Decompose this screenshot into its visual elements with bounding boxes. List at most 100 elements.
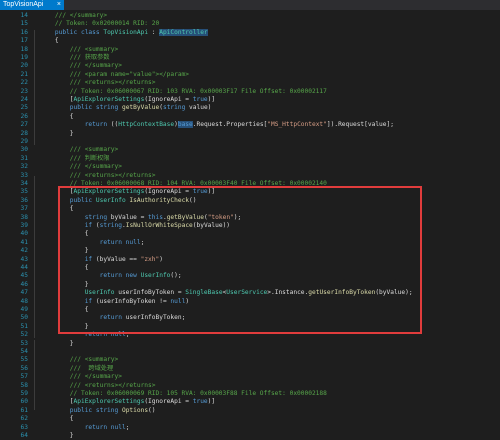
code-line[interactable]: 21 /// <param name="value"></param> (0, 71, 500, 79)
line-number: 46 (20, 280, 28, 288)
code-line[interactable]: 41 return null; (0, 239, 500, 247)
line-number: 16 (20, 28, 28, 36)
line-number: 43 (20, 255, 28, 263)
code-token: } (40, 247, 89, 255)
code-line[interactable]: 30 /// <summary> (0, 146, 500, 154)
code-line[interactable]: 19 /// 获取参数 (0, 54, 500, 62)
code-line[interactable]: 60 [ApiExplorerSettings(IgnoreApi = true… (0, 398, 500, 406)
code-line[interactable]: 23 // Token: 0x06000067 RID: 103 RVA: 0x… (0, 88, 500, 96)
line-number: 21 (20, 70, 28, 78)
code-line[interactable]: 22 /// <returns></returns> (0, 79, 500, 87)
code-line[interactable]: 27 return ((HttpContextBase)base.Request… (0, 121, 500, 129)
close-icon[interactable]: × (57, 0, 61, 10)
code-line[interactable]: 58 /// <returns></returns> (0, 382, 500, 390)
fold-guide (34, 176, 35, 338)
code-token: ApiExplorerSettings (73, 96, 145, 103)
code-line[interactable]: 18 /// <summary> (0, 46, 500, 54)
code-text: /// <returns></returns> (40, 172, 156, 180)
code-line[interactable]: 48 if (userInfoByToken != null) (0, 298, 500, 306)
code-token: return null (40, 331, 126, 339)
code-line[interactable]: 31 /// 判断权限 (0, 155, 500, 163)
vertical-scrollbar[interactable] (494, 10, 500, 415)
code-text: /// <param name="value"></param> (40, 71, 189, 79)
code-area[interactable]: 14 /// </summary> 15 // Token: 0x02000014… (0, 10, 500, 439)
code-line[interactable]: 42 } (0, 247, 500, 255)
code-line[interactable]: 39 if (string.IsNullOrWhiteSpace(byValue… (0, 222, 500, 230)
code-line[interactable]: 17 { (0, 37, 500, 45)
code-line[interactable]: 37 { (0, 205, 500, 213)
code-token: null (170, 297, 186, 305)
code-line[interactable]: 29 (0, 138, 500, 146)
code-token: IsAuthorityCheck (129, 196, 190, 204)
code-token: value) (185, 104, 212, 112)
code-line[interactable]: 45 return new UserInfo(); (0, 272, 500, 280)
code-line[interactable]: 38 string byValue = this.getByValue("tok… (0, 214, 500, 222)
line-number: 40 (20, 230, 28, 238)
line-number: 33 (20, 171, 28, 179)
code-text: if (userInfoByToken != null) (40, 298, 189, 306)
code-token: } (40, 129, 74, 137)
code-line[interactable]: 54 (0, 348, 500, 356)
code-line[interactable]: 43 if (byValue == "zxh") (0, 256, 500, 264)
line-number: 58 (20, 381, 28, 389)
code-line[interactable]: 52 return null; (0, 331, 500, 339)
code-line[interactable]: 47 UserInfo userInfoByToken = SingleBase… (0, 289, 500, 297)
code-line[interactable]: 61 public string Options() (0, 407, 500, 415)
code-line[interactable]: 20 /// </summary> (0, 62, 500, 70)
line-number: 34 (20, 180, 28, 187)
code-text: /// </summary> (40, 62, 122, 70)
code-token: /// <returns></returns> (40, 79, 156, 87)
code-token: /// <param name="value"></param> (40, 70, 190, 78)
code-line[interactable]: 55 /// <summary> (0, 356, 500, 364)
tab-topvisionapi[interactable]: TopVisionApi × (0, 0, 64, 10)
code-line[interactable]: 36 public UserInfo IsAuthorityCheck() (0, 197, 500, 205)
code-line[interactable]: 14 /// </summary> (0, 12, 500, 20)
code-line[interactable]: 26 { (0, 113, 500, 121)
line-number: 42 (20, 247, 28, 255)
line-number: 29 (20, 138, 28, 145)
code-line[interactable]: 28 } (0, 130, 500, 138)
code-text: public string getByValue(string value) (40, 104, 212, 112)
code-text: public UserInfo IsAuthorityCheck() (40, 196, 197, 205)
code-line[interactable]: 49 { (0, 306, 500, 314)
code-line[interactable]: 62 { (0, 415, 500, 423)
code-editor[interactable]: 14 /// </summary> 15 // Token: 0x02000014… (0, 10, 500, 439)
line-number: 62 (20, 415, 28, 423)
code-token: (IgnoreApi = (144, 188, 193, 196)
code-token: base (177, 121, 193, 129)
code-line[interactable]: 57 /// </summary> (0, 373, 500, 381)
code-line[interactable]: 50 return userInfoByToken; (0, 314, 500, 322)
line-number: 27 (20, 121, 28, 129)
code-token: // Token: 0x06000069 RID: 105 RVA: 0x000… (40, 390, 327, 397)
code-text: /// <summary> (40, 46, 118, 54)
code-line[interactable]: 63 return null; (0, 424, 500, 432)
code-token: (byValue)) (192, 222, 231, 229)
code-line[interactable]: 59 // Token: 0x06000069 RID: 105 RVA: 0x… (0, 390, 500, 398)
code-line[interactable]: 33 /// <returns></returns> (0, 172, 500, 180)
line-number: 18 (20, 45, 28, 53)
code-text: { (40, 264, 89, 272)
code-line[interactable]: 40 { (0, 230, 500, 238)
code-line[interactable]: 46 } (0, 281, 500, 289)
code-line[interactable]: 15 // Token: 0x02000014 RID: 20 (0, 20, 500, 28)
line-number: 30 (20, 146, 28, 154)
code-line[interactable]: 16 public class TopVisionApi : ApiContro… (0, 28, 500, 37)
code-line[interactable]: 24 [ApiExplorerSettings(IgnoreApi = true… (0, 96, 500, 104)
code-token: TopVisionApi (103, 28, 149, 36)
code-line[interactable]: 53 } (0, 340, 500, 348)
code-line[interactable]: 25 public string getByValue(string value… (0, 104, 500, 112)
code-token: if (40, 222, 96, 229)
code-line[interactable]: 44 { (0, 264, 500, 272)
code-text: [ApiExplorerSettings(IgnoreApi = true)] (40, 398, 215, 406)
code-token: ]).Request[value]; (326, 121, 394, 129)
code-line[interactable]: 34 // Token: 0x06000068 RID: 104 RVA: 0x… (0, 180, 500, 188)
code-token: if (40, 255, 96, 263)
code-line[interactable]: 51 } (0, 323, 500, 331)
code-line[interactable]: 64 } (0, 432, 500, 440)
code-line[interactable]: 32 /// </summary> (0, 163, 500, 171)
code-text: /// </summary> (40, 163, 122, 171)
code-text: return null; (40, 331, 130, 339)
code-line[interactable]: 35 [ApiExplorerSettings(IgnoreApi = true… (0, 188, 500, 196)
code-line[interactable]: 56 /// 跨域处理 (0, 365, 500, 373)
code-text: /// 判断权限 (40, 155, 110, 163)
